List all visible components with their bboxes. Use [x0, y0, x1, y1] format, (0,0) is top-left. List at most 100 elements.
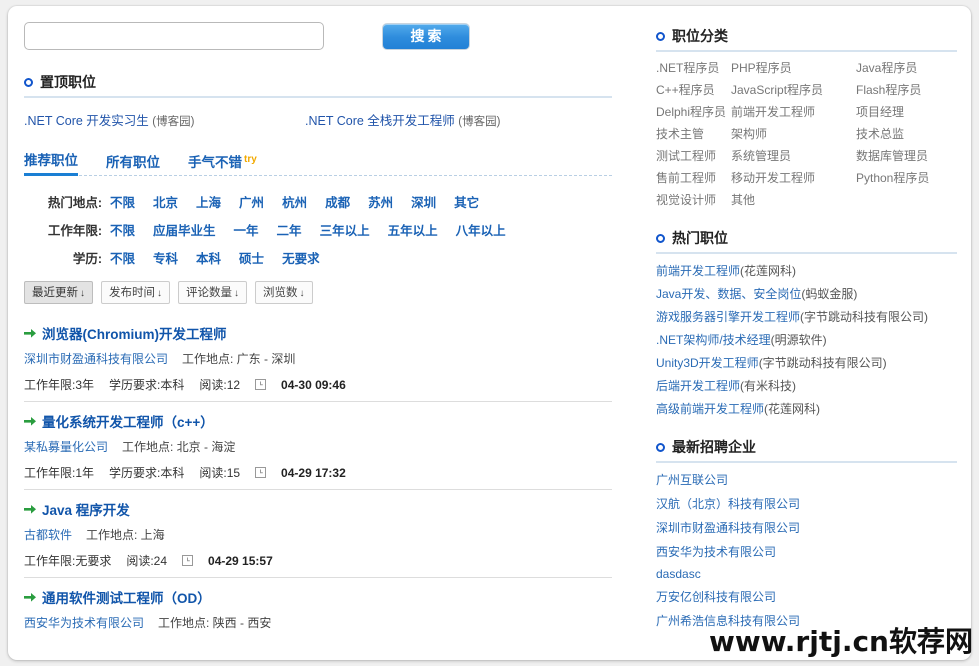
arrow-right-icon [24, 504, 37, 515]
filter-panel: 热门地点: 不限 北京 上海 广州 杭州 成都 苏州 深圳 其它 [24, 192, 612, 267]
filter-option[interactable]: 广州 [239, 192, 264, 211]
category-link[interactable]: 技术主管 [656, 125, 731, 142]
job-list: 浏览器(Chromium)开发工程师 深圳市财盈通科技有限公司 工作地点: 广东… [24, 314, 612, 639]
search-button[interactable]: 搜索 [382, 23, 470, 50]
company-item: 西安华为技术有限公司 [656, 543, 957, 560]
job-company-link[interactable]: 古都软件 [24, 526, 72, 543]
category-link[interactable]: Delphi程序员 [656, 103, 731, 120]
category-link[interactable]: 其他 [731, 191, 856, 208]
job-subinfo: 古都软件 工作地点: 上海 [24, 526, 612, 543]
filter-option[interactable]: 杭州 [282, 192, 307, 211]
category-link[interactable]: 移动开发工程师 [731, 169, 856, 186]
category-link[interactable]: JavaScript程序员 [731, 81, 856, 98]
company-link[interactable]: dasdasc [656, 567, 701, 581]
company-link[interactable]: 深圳市财盈通科技有限公司 [656, 521, 800, 535]
hot-job-item: Java开发、数据、安全岗位(蚂蚁金服) [656, 285, 957, 302]
company-link[interactable]: 西安华为技术有限公司 [656, 545, 776, 559]
filter-option[interactable]: 北京 [153, 192, 178, 211]
filter-option[interactable]: 硕士 [239, 248, 264, 267]
category-link[interactable]: 测试工程师 [656, 147, 731, 164]
category-link[interactable]: 视觉设计师 [656, 191, 731, 208]
sort-button-recent[interactable]: 最近更新↓ [24, 281, 93, 304]
job-list-item: Java 程序开发 古都软件 工作地点: 上海 工作年限:无要求 阅读:24 [24, 490, 612, 578]
pinned-job-item[interactable]: .NET Core 开发实习生 (博客园) [24, 110, 305, 129]
category-link[interactable]: Flash程序员 [856, 81, 957, 98]
job-company-link[interactable]: 某私募量化公司 [24, 438, 108, 455]
filter-option[interactable]: 一年 [234, 220, 259, 239]
hot-job-link[interactable]: 高级前端开发工程师 [656, 402, 764, 416]
sort-button-views[interactable]: 浏览数↓ [255, 281, 313, 304]
job-company-link[interactable]: 深圳市财盈通科技有限公司 [24, 350, 168, 367]
company-link[interactable]: 广州互联公司 [656, 473, 728, 487]
tab-label: 推荐职位 [24, 153, 78, 168]
category-link[interactable]: 项目经理 [856, 103, 957, 120]
category-link[interactable]: Python程序员 [856, 169, 957, 186]
filter-option[interactable]: 二年 [277, 220, 302, 239]
category-link[interactable]: 前端开发工程师 [731, 103, 856, 120]
filter-option[interactable]: 上海 [196, 192, 221, 211]
filter-option[interactable]: 应届毕业生 [153, 220, 216, 239]
company-link[interactable]: 广州希浩信息科技有限公司 [656, 614, 800, 628]
bullet-icon [656, 234, 665, 243]
filter-option[interactable]: 成都 [325, 192, 350, 211]
hot-job-link[interactable]: 后端开发工程师 [656, 379, 740, 393]
hot-job-link[interactable]: 游戏服务器引擎开发工程师 [656, 310, 800, 324]
filter-option[interactable]: 三年以上 [320, 220, 370, 239]
tab-all-jobs[interactable]: 所有职位 [106, 151, 160, 175]
category-link[interactable]: 售前工程师 [656, 169, 731, 186]
filter-option[interactable]: 八年以上 [456, 220, 506, 239]
sort-label: 评论数量 [186, 287, 232, 299]
sort-button-publish-time[interactable]: 发布时间↓ [101, 281, 170, 304]
filter-option[interactable]: 五年以上 [388, 220, 438, 239]
hot-job-link[interactable]: 前端开发工程师 [656, 264, 740, 278]
hot-job-link[interactable]: .NET架构师/技术经理 [656, 333, 771, 347]
filter-option[interactable]: 其它 [454, 192, 479, 211]
arrow-right-icon [24, 416, 37, 427]
tab-lucky[interactable]: 手气不错try [188, 151, 257, 175]
job-date: 04-29 17:32 [281, 466, 346, 480]
page-root: 搜索 置顶职位 .NET Core 开发实习生 (博客园) .NET Core … [0, 0, 979, 666]
category-link[interactable]: C++程序员 [656, 81, 731, 98]
filter-option[interactable]: 不限 [110, 248, 135, 267]
categories-header: 职位分类 [656, 26, 957, 52]
job-title-link[interactable]: 量化系统开发工程师（c++） [42, 411, 214, 431]
job-location: 工作地点: 广东 - 深圳 [182, 350, 295, 367]
hot-job-link[interactable]: Unity3D开发工程师 [656, 356, 759, 370]
hot-job-item: 后端开发工程师(有米科技) [656, 377, 957, 394]
search-input[interactable] [24, 22, 324, 50]
hot-job-company: (明源软件) [771, 333, 827, 347]
job-tabs: 推荐职位 所有职位 手气不错try [24, 149, 612, 176]
job-company-link[interactable]: 西安华为技术有限公司 [24, 614, 144, 631]
sidebar: 职位分类 .NET程序员 PHP程序员 Java程序员 C++程序员 JavaS… [640, 6, 971, 660]
job-list-item: 通用软件测试工程师（OD） 西安华为技术有限公司 工作地点: 陕西 - 西安 [24, 578, 612, 639]
category-link[interactable]: Java程序员 [856, 59, 957, 76]
category-link[interactable]: 系统管理员 [731, 147, 856, 164]
filter-option[interactable]: 深圳 [411, 192, 436, 211]
search-bar: 搜索 [24, 22, 640, 50]
company-link[interactable]: 汉航（北京）科技有限公司 [656, 497, 800, 511]
try-badge: try [244, 154, 257, 165]
sort-button-comments[interactable]: 评论数量↓ [178, 281, 247, 304]
tab-recommended-jobs[interactable]: 推荐职位 [24, 149, 78, 176]
filter-option[interactable]: 不限 [110, 220, 135, 239]
category-link[interactable]: 数据库管理员 [856, 147, 957, 164]
filter-option[interactable]: 专科 [153, 248, 178, 267]
pinned-job-link[interactable]: .NET Core 全栈开发工程师 [305, 114, 455, 128]
job-location: 工作地点: 上海 [86, 526, 165, 543]
company-link[interactable]: 万安亿创科技有限公司 [656, 590, 776, 604]
filter-option[interactable]: 本科 [196, 248, 221, 267]
job-title-link[interactable]: Java 程序开发 [42, 499, 130, 519]
job-title-link[interactable]: 浏览器(Chromium)开发工程师 [42, 323, 227, 343]
job-title-link[interactable]: 通用软件测试工程师（OD） [42, 587, 211, 607]
sort-arrow-icon: ↓ [300, 288, 305, 299]
category-link[interactable]: .NET程序员 [656, 59, 731, 76]
hot-job-link[interactable]: Java开发、数据、安全岗位 [656, 287, 801, 301]
filter-option[interactable]: 不限 [110, 192, 135, 211]
category-link[interactable]: 技术总监 [856, 125, 957, 142]
pinned-job-item[interactable]: .NET Core 全栈开发工程师 (博客园) [305, 110, 586, 129]
filter-option[interactable]: 苏州 [368, 192, 393, 211]
category-link[interactable]: 架构师 [731, 125, 856, 142]
pinned-job-link[interactable]: .NET Core 开发实习生 [24, 114, 149, 128]
category-link[interactable]: PHP程序员 [731, 59, 856, 76]
filter-option[interactable]: 无要求 [282, 248, 320, 267]
